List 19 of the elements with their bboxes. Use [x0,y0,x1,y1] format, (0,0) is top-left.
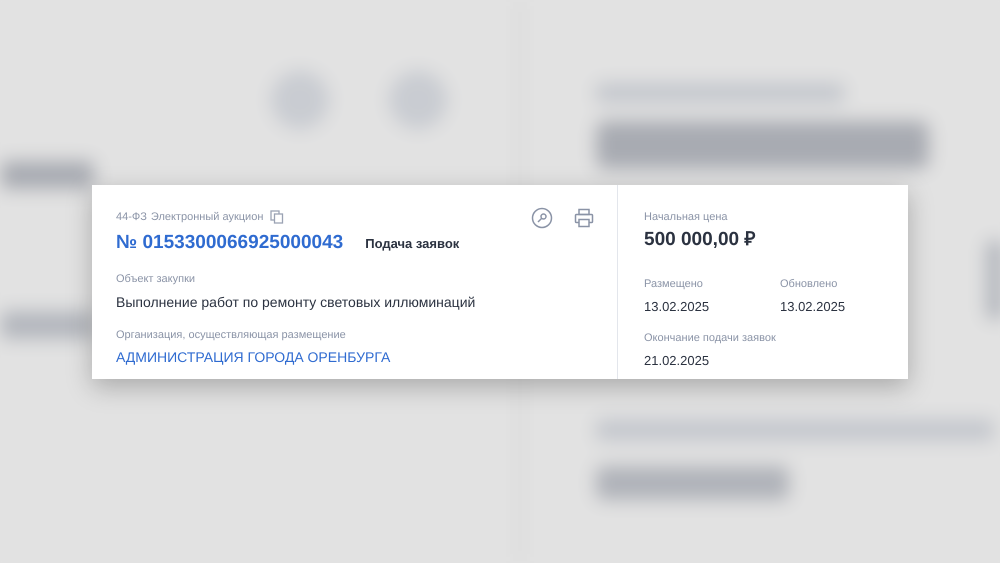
date-value: 13.02.2025 [780,298,846,316]
purchase-number-link[interactable]: № 0153300066925000043 [116,228,344,257]
organization-link[interactable]: АДМИНИСТРАЦИЯ ГОРОДА ОРЕНБУРГА [116,347,390,368]
date-label: Обновлено [780,277,838,292]
copy-icon[interactable] [270,210,284,224]
stage-label: Подача заявок [365,234,460,253]
date-value: 21.02.2025 [644,352,710,370]
field-value: Выполнение работ по ремонту световых иллюминаций [116,292,476,312]
field-label: Объект закупки [116,272,196,287]
law-label: 44-ФЗ [116,210,147,225]
price-label: Начальная цена [644,210,728,225]
date-label: Окончание подачи заявок [644,331,776,346]
field-label: Организация, осуществляющая размещение [116,328,346,342]
procedure-type: Электронный аукцион [150,210,264,225]
price-value: 500 000,00 ₽ [644,228,756,252]
date-label: Размещено [644,277,703,292]
print-icon[interactable] [573,207,595,229]
key-icon[interactable] [531,207,553,229]
date-value: 13.02.2025 [644,298,710,316]
